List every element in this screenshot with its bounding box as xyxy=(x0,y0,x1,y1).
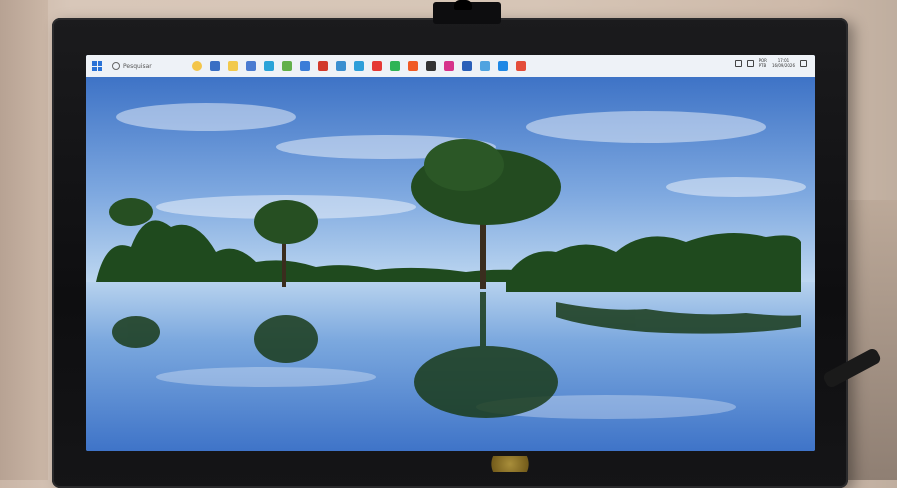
monitor-screen: Pesquisar POR PTB 17:01 16/09/2026 xyxy=(86,55,815,451)
clock[interactable]: 17:01 16/09/2026 xyxy=(772,58,795,68)
wall-left xyxy=(0,0,48,480)
whatsapp-icon[interactable] xyxy=(390,61,400,71)
browser-icon[interactable] xyxy=(498,61,508,71)
search-placeholder: Pesquisar xyxy=(123,62,152,70)
mail-icon[interactable] xyxy=(300,61,310,71)
notification-icon[interactable] xyxy=(800,59,807,67)
chat-icon[interactable] xyxy=(354,61,364,71)
desktop-wallpaper xyxy=(86,77,815,451)
brave-icon[interactable] xyxy=(408,61,418,71)
lang-line2: PTB xyxy=(758,63,767,68)
system-tray: POR PTB 17:01 16/09/2026 xyxy=(734,58,807,68)
terminal-icon[interactable] xyxy=(426,61,436,71)
taskbar-apps xyxy=(192,61,526,71)
youtube-icon[interactable] xyxy=(372,61,382,71)
webcam-lens xyxy=(454,0,472,10)
instagram-icon[interactable] xyxy=(444,61,454,71)
app-icon[interactable] xyxy=(462,61,472,71)
calculator-icon[interactable] xyxy=(336,61,346,71)
settings-icon[interactable] xyxy=(246,61,256,71)
explorer-icon[interactable] xyxy=(228,61,238,71)
notes-icon[interactable] xyxy=(282,61,292,71)
chrome-icon[interactable] xyxy=(516,61,526,71)
search-box[interactable]: Pesquisar xyxy=(112,62,182,70)
network-icon[interactable] xyxy=(734,59,742,67)
photos-icon[interactable] xyxy=(480,61,490,71)
clock-date: 16/09/2026 xyxy=(771,63,795,68)
store-icon[interactable] xyxy=(210,61,220,71)
start-icon[interactable] xyxy=(92,61,102,71)
language-indicator[interactable]: POR PTB xyxy=(759,58,767,68)
sticker-logo xyxy=(485,456,535,472)
pdf-icon[interactable] xyxy=(318,61,328,71)
widgets-icon[interactable] xyxy=(192,61,202,71)
taskbar: Pesquisar POR PTB 17:01 16/09/2026 xyxy=(86,55,815,78)
volume-icon[interactable] xyxy=(746,59,754,67)
edge-icon[interactable] xyxy=(264,61,274,71)
search-icon xyxy=(112,62,120,70)
